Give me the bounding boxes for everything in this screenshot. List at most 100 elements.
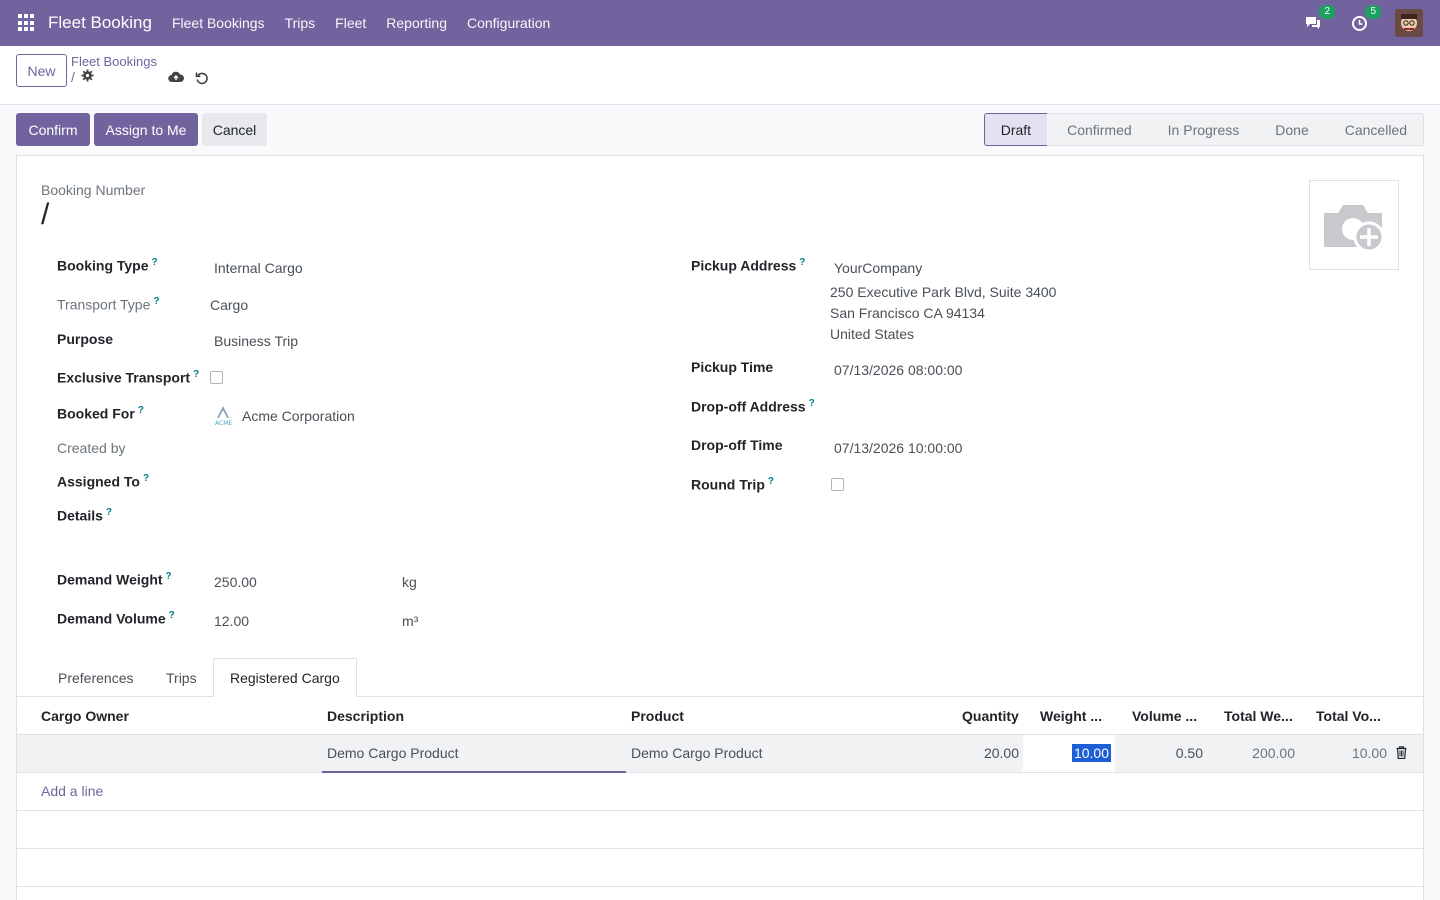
discard-undo-icon[interactable]	[195, 71, 209, 88]
stage-in-progress-label: In Progress	[1167, 121, 1240, 138]
cell-total-volume: 10.00	[1351, 745, 1387, 761]
statusbar: Confirm Assign to Me Cancel Draft Confir…	[16, 105, 1424, 155]
pickup-time-label: Pickup Time	[691, 359, 774, 375]
demand-volume-label: Demand Volume?	[57, 610, 175, 627]
created-by-label: Created by	[57, 440, 126, 456]
top-navbar: Fleet Booking Fleet Bookings Trips Fleet…	[0, 0, 1440, 46]
form-sheet: Booking Number / Booking Type? Internal …	[16, 155, 1424, 900]
record-name: /	[71, 69, 75, 85]
tab-preferences[interactable]: Preferences	[42, 658, 149, 697]
stage-draft[interactable]: Draft	[983, 113, 1048, 146]
booking-type-value[interactable]: Internal Cargo	[214, 260, 303, 276]
messages-icon[interactable]: 2	[1303, 5, 1335, 33]
stage-in-progress[interactable]: In Progress	[1147, 113, 1256, 146]
booking-type-label: Booking Type?	[57, 257, 158, 274]
breadcrumb-current: /	[71, 69, 94, 85]
demand-weight-label: Demand Weight?	[57, 571, 172, 588]
purpose-label: Purpose	[57, 331, 114, 347]
confirm-button[interactable]: Confirm	[16, 113, 90, 146]
demand-weight-value[interactable]: 250.00	[214, 574, 257, 590]
tab-registered-cargo[interactable]: Registered Cargo	[213, 658, 357, 697]
empty-row	[17, 811, 1423, 849]
apps-menu-icon[interactable]	[18, 14, 36, 32]
exclusive-transport-label: Exclusive Transport?	[57, 369, 200, 386]
col-weight[interactable]: Weight ...	[1040, 708, 1102, 724]
dropoff-time-label: Drop-off Time	[691, 437, 783, 453]
volume-unit: m³	[402, 613, 419, 629]
menu-fleet-bookings[interactable]: Fleet Bookings	[162, 15, 275, 31]
notebook-tabs: Preferences Trips Registered Cargo	[17, 658, 1423, 697]
camera-add-icon	[1324, 205, 1385, 253]
dropoff-time-value[interactable]: 07/13/2026 10:00:00	[834, 440, 962, 456]
trash-icon[interactable]	[1396, 746, 1407, 762]
cell-description[interactable]: Demo Cargo Product	[327, 745, 459, 761]
messages-badge: 2	[1319, 5, 1335, 19]
demand-volume-value[interactable]: 12.00	[214, 613, 249, 629]
stage-done[interactable]: Done	[1255, 113, 1325, 146]
breadcrumb-fleet-bookings[interactable]: Fleet Bookings	[71, 54, 157, 69]
pickup-address-line2: San Francisco CA 94134	[830, 305, 985, 321]
cell-total-weight: 200.00	[1252, 745, 1295, 761]
stage-done-label: Done	[1275, 121, 1309, 138]
col-total-weight[interactable]: Total We...	[1224, 708, 1293, 724]
stage-cancelled-label: Cancelled	[1344, 121, 1407, 138]
transport-type-value: Cargo	[210, 297, 249, 313]
stage-pipeline: Draft Confirmed In Progress Done Cancell…	[983, 113, 1424, 146]
menu-configuration[interactable]: Configuration	[457, 15, 560, 31]
booked-for-label: Booked For?	[57, 405, 144, 422]
assign-to-me-button[interactable]: Assign to Me	[94, 113, 198, 146]
pickup-address-line3: United States	[830, 326, 915, 342]
col-quantity[interactable]: Quantity	[962, 708, 1019, 724]
col-total-volume[interactable]: Total Vo...	[1316, 708, 1381, 724]
booking-number-label: Booking Number	[41, 182, 146, 198]
transport-type-label: Transport Type?	[57, 296, 160, 313]
cell-product[interactable]: Demo Cargo Product	[631, 745, 763, 761]
stage-cancelled[interactable]: Cancelled	[1324, 113, 1424, 146]
app-name[interactable]: Fleet Booking	[48, 13, 152, 33]
weight-input[interactable]: 10.00	[1023, 735, 1115, 772]
acme-logo-icon: ACME	[214, 404, 232, 429]
table-row[interactable]: Demo Cargo Product Demo Cargo Product 20…	[17, 735, 1423, 773]
cell-quantity[interactable]: 20.00	[937, 745, 1019, 761]
weight-unit: kg	[402, 574, 417, 590]
round-trip-checkbox[interactable]	[831, 478, 844, 491]
pickup-address-line1: 250 Executive Park Blvd, Suite 3400	[830, 284, 1057, 300]
photo-upload[interactable]	[1309, 180, 1399, 270]
menu-trips[interactable]: Trips	[275, 15, 326, 31]
details-label: Details?	[57, 507, 113, 524]
pickup-time-value[interactable]: 07/13/2026 08:00:00	[834, 362, 962, 378]
activities-badge: 5	[1365, 5, 1381, 19]
svg-text:ACME: ACME	[215, 420, 232, 426]
booked-for-value[interactable]: Acme Corporation	[242, 408, 355, 424]
pickup-address-label: Pickup Address?	[691, 257, 806, 274]
add-line-row: Add a line	[17, 773, 1423, 811]
cancel-button[interactable]: Cancel	[202, 113, 267, 146]
booking-number[interactable]: /	[41, 198, 49, 232]
stage-confirmed[interactable]: Confirmed	[1047, 113, 1148, 146]
stage-confirmed-label: Confirmed	[1067, 121, 1132, 138]
exclusive-transport-checkbox[interactable]	[210, 371, 223, 384]
assigned-to-label: Assigned To?	[57, 473, 150, 490]
new-button[interactable]: New	[16, 54, 67, 87]
stage-draft-label: Draft	[1000, 121, 1032, 138]
col-volume[interactable]: Volume ...	[1132, 708, 1197, 724]
menu-reporting[interactable]: Reporting	[376, 15, 457, 31]
col-product[interactable]: Product	[631, 708, 684, 724]
gear-icon[interactable]	[81, 69, 94, 85]
round-trip-label: Round Trip?	[691, 476, 774, 493]
cell-volume[interactable]: 0.50	[1117, 745, 1203, 761]
tab-trips[interactable]: Trips	[150, 658, 213, 697]
weight-input-selected-text[interactable]: 10.00	[1071, 744, 1111, 762]
pickup-company[interactable]: YourCompany	[834, 260, 922, 276]
cargo-table: Cargo Owner Description Product Quantity…	[17, 697, 1423, 887]
add-line-link[interactable]: Add a line	[41, 783, 103, 799]
menu-fleet[interactable]: Fleet	[325, 15, 376, 31]
col-description[interactable]: Description	[327, 708, 404, 724]
control-panel: New Fleet Bookings /	[0, 46, 1440, 105]
col-cargo-owner[interactable]: Cargo Owner	[41, 708, 129, 724]
empty-row	[17, 849, 1423, 887]
cloud-save-icon[interactable]	[168, 71, 185, 87]
activities-clock-icon[interactable]: 5	[1349, 5, 1381, 33]
purpose-value[interactable]: Business Trip	[214, 333, 298, 349]
user-avatar[interactable]	[1395, 9, 1423, 37]
